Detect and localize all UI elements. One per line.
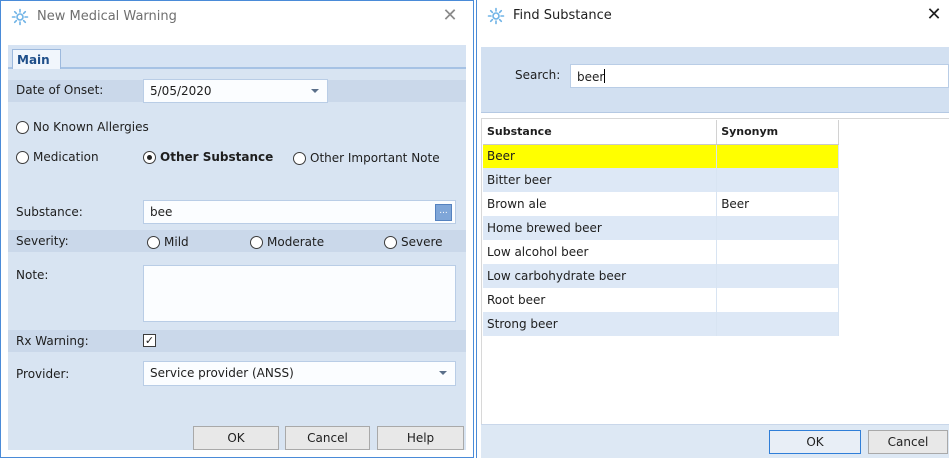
cell-substance: Bitter beer (483, 168, 718, 192)
table-row[interactable]: Beer (483, 144, 839, 168)
substance-value: bee (150, 205, 173, 219)
cell-synonym (716, 144, 839, 168)
titlebar: New Medical Warning ✕ (1, 1, 473, 33)
search-input[interactable]: beer (570, 64, 949, 88)
close-icon[interactable]: ✕ (923, 4, 945, 26)
cell-substance: Beer (483, 144, 718, 168)
substance-label: Substance: (16, 205, 83, 219)
note-textarea[interactable] (143, 265, 456, 322)
radio-severity-moderate[interactable]: Moderate (250, 235, 324, 249)
radio-label: Other Important Note (310, 151, 440, 165)
provider-dropdown[interactable]: Service provider (ANSS) (143, 361, 456, 386)
table-row[interactable]: Low carbohydrate beer (483, 264, 839, 288)
column-header-synonym[interactable]: Synonym (716, 120, 839, 145)
date-of-onset-label: Date of Onset: (16, 83, 104, 97)
gear-icon (11, 8, 29, 26)
radio-no-known-allergies[interactable]: No Known Allergies (16, 120, 149, 134)
ok-button[interactable]: OK (193, 426, 279, 450)
tab-strip: Main (8, 45, 466, 71)
radio-circle (147, 235, 160, 249)
cell-synonym (716, 240, 839, 264)
radio-circle (293, 151, 306, 165)
cell-substance: Home brewed beer (483, 216, 718, 240)
search-bar: Search: beer (481, 47, 949, 113)
cell-substance: Low carbohydrate beer (483, 264, 718, 288)
radio-label: Moderate (267, 235, 325, 249)
chevron-down-icon[interactable] (439, 371, 447, 375)
radio-circle (16, 120, 29, 134)
date-of-onset-value: 5/05/2020 (150, 84, 212, 98)
cancel-button[interactable]: Cancel (285, 426, 370, 450)
provider-label: Provider: (16, 367, 70, 381)
results-table: Substance Synonym Beer Bitter beer Brown… (483, 120, 839, 336)
radio-medication[interactable]: Medication (16, 150, 99, 164)
gear-icon (487, 7, 505, 25)
provider-value: Service provider (ANSS) (150, 366, 294, 380)
radio-label: Severe (401, 235, 443, 249)
search-value-wrap: beer (577, 69, 606, 84)
column-header-substance[interactable]: Substance (483, 120, 718, 145)
table-row[interactable]: Home brewed beer (483, 216, 839, 240)
radio-label: Other Substance (160, 150, 274, 164)
ok-button[interactable]: OK (769, 430, 861, 454)
main-panel: Date of Onset: 5/05/2020 No Known Allerg… (8, 69, 466, 450)
rx-warning-checkbox[interactable]: ✓ (143, 334, 156, 347)
radio-severity-mild[interactable]: Mild (147, 235, 189, 249)
radio-circle (384, 235, 397, 249)
radio-circle (16, 150, 29, 164)
tab-main[interactable]: Main (12, 49, 61, 71)
cell-synonym: Beer (716, 192, 839, 216)
substance-input[interactable]: bee ... (143, 200, 456, 224)
search-value: beer (577, 70, 605, 84)
radio-other-important-note[interactable]: Other Important Note (293, 151, 440, 165)
cell-synonym (716, 216, 839, 240)
note-label: Note: (16, 268, 49, 282)
cell-synonym (716, 168, 839, 192)
table-row[interactable]: Root beer (483, 288, 839, 312)
cell-substance: Root beer (483, 288, 718, 312)
table-row[interactable]: Strong beer (483, 312, 839, 336)
chevron-down-icon[interactable] (311, 89, 319, 93)
help-button[interactable]: Help (377, 426, 464, 450)
radio-label: No Known Allergies (33, 120, 149, 134)
text-caret (604, 69, 606, 83)
radio-circle-selected (143, 150, 156, 164)
cell-substance: Strong beer (483, 312, 718, 336)
radio-circle (250, 235, 263, 249)
find-substance-dialog: Find Substance ✕ Search: beer Substance … (476, 0, 949, 458)
table-header-row: Substance Synonym (483, 120, 839, 145)
cell-substance: Low alcohol beer (483, 240, 718, 264)
radio-severity-severe[interactable]: Severe (384, 235, 443, 249)
dialog-title: New Medical Warning (37, 9, 177, 24)
table-row[interactable]: Brown ale Beer (483, 192, 839, 216)
rx-warning-label: Rx Warning: (16, 334, 89, 348)
search-label: Search: (515, 68, 561, 82)
new-medical-warning-dialog: New Medical Warning ✕ Main Date of Onset… (0, 0, 474, 458)
substance-grid: Substance Synonym Beer Bitter beer Brown… (481, 118, 949, 424)
severity-label: Severity: (16, 234, 69, 248)
table-row[interactable]: Bitter beer (483, 168, 839, 192)
browse-button[interactable]: ... (435, 204, 452, 221)
dialog-title: Find Substance (513, 8, 612, 23)
close-icon[interactable]: ✕ (439, 5, 461, 27)
radio-label: Medication (33, 150, 99, 164)
cell-synonym (716, 312, 839, 336)
radio-other-substance[interactable]: Other Substance (143, 150, 273, 164)
cancel-button[interactable]: Cancel (868, 430, 948, 454)
radio-label: Mild (164, 235, 189, 249)
table-row[interactable]: Low alcohol beer (483, 240, 839, 264)
titlebar: Find Substance ✕ (477, 0, 949, 32)
date-of-onset-dropdown[interactable]: 5/05/2020 (143, 79, 328, 103)
cell-synonym (716, 288, 839, 312)
cell-synonym (716, 264, 839, 288)
dialog-footer: OK Cancel (481, 424, 949, 458)
cell-substance: Brown ale (483, 192, 718, 216)
